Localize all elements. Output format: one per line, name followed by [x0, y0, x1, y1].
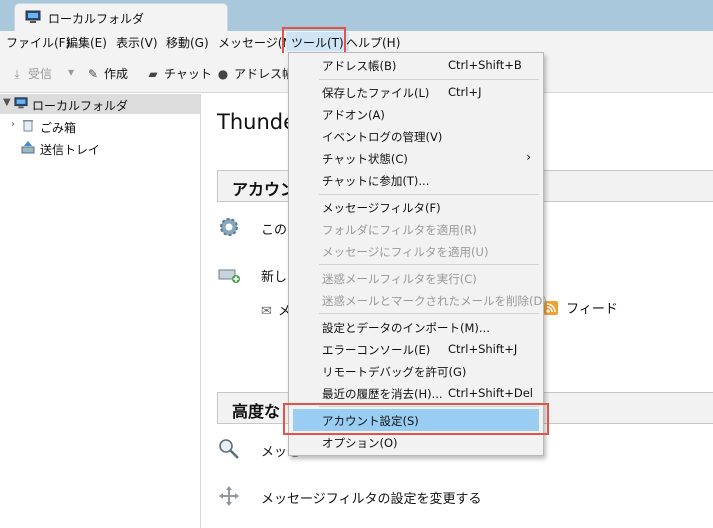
- section-title: アカウン: [232, 180, 297, 199]
- menu-item-import[interactable]: 設定とデータのインポート(M)...: [289, 316, 543, 338]
- folder-trash[interactable]: › ごみ箱: [0, 116, 200, 136]
- page-title: Thunde: [217, 110, 297, 134]
- outbox-icon: [21, 141, 35, 154]
- menu-item-address-book[interactable]: アドレス帳(B) Ctrl+Shift+B: [289, 54, 543, 76]
- menu-separator: [319, 313, 539, 314]
- menu-item-delete-junk[interactable]: 迷惑メールとマークされたメールを削除(D): [289, 289, 547, 311]
- get-messages-button[interactable]: ⤓ 受信: [10, 65, 52, 82]
- folder-label: ごみ箱: [40, 121, 77, 135]
- address-book-button[interactable]: ● アドレス帳: [216, 65, 294, 82]
- tab-label: ローカルフォルダ: [48, 12, 145, 26]
- chevron-right-icon: ›: [526, 150, 531, 164]
- menu-separator: [319, 264, 539, 265]
- section-title: 高度な: [232, 402, 281, 421]
- menu-item-run-filters-on-folder[interactable]: フォルダにフィルタを適用(R): [289, 218, 543, 240]
- menu-item-message-filters[interactable]: メッセージフィルタ(F): [289, 196, 543, 218]
- chat-bubble-icon: ▰: [148, 67, 158, 81]
- folder-outbox[interactable]: 送信トレイ: [0, 138, 200, 158]
- new-feed-account-link[interactable]: フィード: [544, 298, 618, 317]
- menu-separator: [319, 79, 539, 80]
- pencil-icon: ✎: [87, 67, 99, 81]
- chevron-down-icon: ▾: [67, 65, 75, 79]
- trash-icon: [23, 120, 33, 132]
- menu-item-activity-manager[interactable]: イベントログの管理(V): [289, 125, 543, 147]
- menu-item-addons[interactable]: アドオン(A): [289, 103, 543, 125]
- get-messages-dropdown[interactable]: ▾: [64, 65, 82, 79]
- menu-item-saved-files[interactable]: 保存したファイル(L) Ctrl+J: [289, 81, 543, 103]
- menu-bar: ファイル(F) 編集(E) 表示(V) 移動(G) メッセージ(M) ツール(T…: [0, 31, 713, 53]
- menu-edit[interactable]: 編集(E): [66, 34, 107, 51]
- computer-icon: [25, 10, 41, 23]
- menu-file[interactable]: ファイル(F): [6, 34, 70, 51]
- gear-icon: [220, 218, 238, 236]
- menu-help[interactable]: ヘルプ(H): [346, 34, 400, 51]
- menu-item-clear-recent-history[interactable]: 最近の履歴を消去(H)... Ctrl+Shift+Del: [289, 382, 543, 404]
- menu-item-error-console[interactable]: エラーコンソール(E) Ctrl+Shift+J: [289, 338, 543, 360]
- download-icon: ⤓: [14, 67, 20, 81]
- menu-separator: [319, 194, 539, 195]
- folder-label: ローカルフォルダ: [32, 99, 129, 113]
- tools-dropdown-menu: アドレス帳(B) Ctrl+Shift+B 保存したファイル(L) Ctrl+J…: [288, 52, 547, 456]
- envelope-icon: ✉: [261, 304, 272, 319]
- folder-pane: ▼ ローカルフォルダ › ごみ箱 送信トレイ: [0, 94, 201, 528]
- menu-item-chat-status[interactable]: チャット状態(C) ›: [289, 147, 543, 169]
- window-tab-bar: ローカルフォルダ: [0, 0, 713, 31]
- menu-view[interactable]: 表示(V): [116, 34, 158, 51]
- folder-local-folders[interactable]: ▼ ローカルフォルダ: [0, 94, 200, 114]
- folder-label: 送信トレイ: [40, 143, 101, 157]
- tab-local-folders[interactable]: ローカルフォルダ: [14, 3, 228, 31]
- menu-item-run-filters-on-message[interactable]: メッセージにフィルタを適用(U): [289, 240, 543, 262]
- menu-item-run-junk-controls[interactable]: 迷惑メールフィルタを実行(C): [289, 267, 543, 289]
- computer-icon: [14, 97, 28, 109]
- new-mail-account-link[interactable]: ✉ メ: [261, 300, 291, 319]
- account-settings-highlight-box: [283, 403, 549, 435]
- filter-arrows-icon: [219, 486, 239, 506]
- menu-item-join-chat[interactable]: チャットに参加(T)...: [289, 169, 543, 191]
- add-account-icon: [218, 269, 240, 283]
- menu-go[interactable]: 移動(G): [166, 34, 209, 51]
- person-icon: ●: [217, 67, 229, 81]
- chevron-down-icon[interactable]: ▼: [3, 97, 11, 108]
- chat-button[interactable]: ▰ チャット: [146, 65, 212, 82]
- magnifier-icon: [219, 439, 239, 459]
- chevron-right-icon[interactable]: ›: [11, 119, 15, 130]
- menu-item-remote-debugging[interactable]: リモートデバッグを許可(G): [289, 360, 543, 382]
- write-button[interactable]: ✎ 作成: [86, 65, 128, 82]
